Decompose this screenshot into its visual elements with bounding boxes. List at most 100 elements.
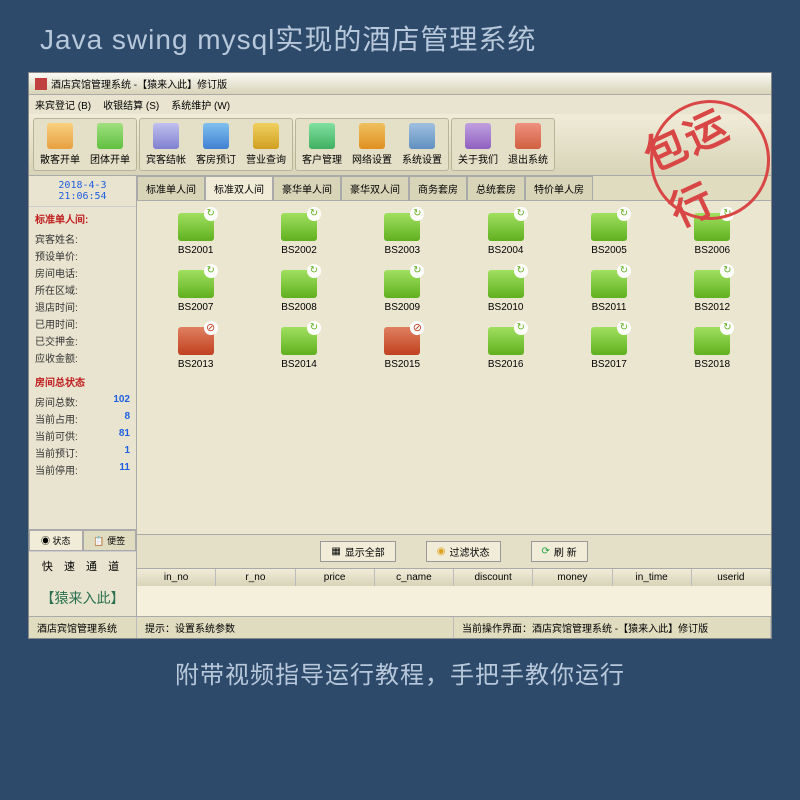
- room-item-BS2003[interactable]: BS2003: [356, 213, 449, 256]
- room-available-icon: [488, 327, 524, 355]
- room-item-BS2008[interactable]: BS2008: [252, 270, 345, 313]
- toolbar-button-label: 团体开单: [90, 151, 130, 166]
- toolbar-button-label: 宾客结帐: [146, 151, 186, 166]
- room-available-icon: [591, 327, 627, 355]
- cust-icon: [309, 123, 335, 149]
- room-available-icon: [281, 213, 317, 241]
- filter-status-button[interactable]: ◉过滤状态: [426, 541, 501, 562]
- room-item-BS2013[interactable]: BS2013: [149, 327, 242, 370]
- room-item-BS2012[interactable]: BS2012: [666, 270, 759, 313]
- room-type-tab-6[interactable]: 特价单人房: [525, 176, 593, 200]
- room-available-icon: [178, 270, 214, 298]
- column-header-in_time[interactable]: in_time: [613, 569, 692, 586]
- room-label: BS2006: [695, 245, 731, 256]
- column-header-r_no[interactable]: r_no: [216, 569, 295, 586]
- toolbar-button-客房预订[interactable]: 客房预订: [192, 121, 240, 168]
- room-occupied-icon: [384, 327, 420, 355]
- room-available-icon: [591, 270, 627, 298]
- show-all-button[interactable]: ▦显示全部: [320, 541, 395, 562]
- refresh-button[interactable]: ⟳刷 新: [531, 541, 588, 562]
- info-field: 宾客姓名:: [35, 230, 130, 247]
- toolbar-button-散客开单[interactable]: 散客开单: [36, 121, 84, 168]
- room-item-BS2002[interactable]: BS2002: [252, 213, 345, 256]
- toolbar-button-团体开单[interactable]: 团体开单: [86, 121, 134, 168]
- info-field: 退店时间:: [35, 298, 130, 315]
- toolbar-group-0: 散客开单团体开单: [33, 118, 137, 171]
- room-available-icon: [694, 327, 730, 355]
- menu-item-1[interactable]: 收银结算 (S): [103, 97, 159, 112]
- info-field: 所在区域:: [35, 281, 130, 298]
- column-header-money[interactable]: money: [533, 569, 612, 586]
- room-item-BS2010[interactable]: BS2010: [459, 270, 552, 313]
- info-field: 已交押金:: [35, 332, 130, 349]
- column-header-c_name[interactable]: c_name: [375, 569, 454, 586]
- window-title: 酒店宾馆管理系统 -【猿来入此】修订版: [51, 76, 227, 91]
- info-field: 预设单价:: [35, 247, 130, 264]
- filter-icon: ◉: [437, 546, 446, 557]
- toolbar-button-系统设置[interactable]: 系统设置: [398, 121, 446, 168]
- table-body[interactable]: [137, 586, 771, 616]
- clock-display: 2018-4-3 21:06:54: [29, 176, 136, 207]
- room-item-BS2015[interactable]: BS2015: [356, 327, 449, 370]
- room-item-BS2016[interactable]: BS2016: [459, 327, 552, 370]
- room-label: BS2016: [488, 359, 524, 370]
- net-icon: [359, 123, 385, 149]
- left-sidebar: 2018-4-3 21:06:54 标准单人间: 宾客姓名:预设单价:房间电话:…: [29, 176, 137, 616]
- toolbar-group-1: 宾客结帐客房预订营业查询: [139, 118, 293, 171]
- toolbar-group-2: 客户管理网络设置系统设置: [295, 118, 449, 171]
- room-type-tab-4[interactable]: 商务套房: [409, 176, 467, 200]
- room-occupied-icon: [178, 327, 214, 355]
- stat-row: 当前预订:1: [35, 444, 130, 461]
- sidebar-tab-0[interactable]: ◉ 状态: [29, 530, 83, 551]
- menu-item-0[interactable]: 来宾登记 (B): [35, 97, 91, 112]
- room-item-BS2005[interactable]: BS2005: [562, 213, 655, 256]
- room-available-icon: [178, 213, 214, 241]
- room-available-icon: [488, 213, 524, 241]
- toolbar-button-label: 客房预订: [196, 151, 236, 166]
- column-header-userid[interactable]: userid: [692, 569, 771, 586]
- toolbar-button-关于我们[interactable]: 关于我们: [454, 121, 502, 168]
- toolbar-button-宾客结帐[interactable]: 宾客结帐: [142, 121, 190, 168]
- room-label: BS2001: [178, 245, 214, 256]
- filter-bar: ▦显示全部 ◉过滤状态 ⟳刷 新: [137, 534, 771, 568]
- toolbar-button-营业查询[interactable]: 营业查询: [242, 121, 290, 168]
- room-stats-title: 房间总状态: [35, 374, 130, 389]
- info-field: 已用时间:: [35, 315, 130, 332]
- info-field: 应收金额:: [35, 349, 130, 366]
- room-type-tab-1[interactable]: 标准双人间: [205, 176, 273, 200]
- room-item-BS2017[interactable]: BS2017: [562, 327, 655, 370]
- column-header-in_no[interactable]: in_no: [137, 569, 216, 586]
- room-label: BS2004: [488, 245, 524, 256]
- toolbar-button-客户管理[interactable]: 客户管理: [298, 121, 346, 168]
- room-label: BS2007: [178, 302, 214, 313]
- room-item-BS2001[interactable]: BS2001: [149, 213, 242, 256]
- sys-icon: [409, 123, 435, 149]
- refresh-icon: ⟳: [542, 546, 550, 557]
- quick-channel-label: 快 速 通 道: [29, 551, 136, 580]
- room-available-icon: [384, 270, 420, 298]
- column-header-price[interactable]: price: [296, 569, 375, 586]
- room-item-BS2011[interactable]: BS2011: [562, 270, 655, 313]
- room-type-tab-3[interactable]: 豪华双人间: [341, 176, 409, 200]
- room-item-BS2014[interactable]: BS2014: [252, 327, 345, 370]
- status-hint: 提示：设置系统参数: [137, 617, 454, 638]
- window-titlebar[interactable]: 酒店宾馆管理系统 -【猿来入此】修订版: [29, 73, 771, 95]
- column-header-discount[interactable]: discount: [454, 569, 533, 586]
- sidebar-tab-1[interactable]: 📋 便签: [83, 530, 137, 551]
- room-label: BS2014: [281, 359, 317, 370]
- room-item-BS2004[interactable]: BS2004: [459, 213, 552, 256]
- room-type-tab-5[interactable]: 总统套房: [467, 176, 525, 200]
- menu-item-2[interactable]: 系统维护 (W): [171, 97, 230, 112]
- room-type-tab-2[interactable]: 豪华单人间: [273, 176, 341, 200]
- toolbar-button-label: 散客开单: [40, 151, 80, 166]
- toolbar-button-退出系统[interactable]: 退出系统: [504, 121, 552, 168]
- room-item-BS2018[interactable]: BS2018: [666, 327, 759, 370]
- query-icon: [253, 123, 279, 149]
- room-type-tab-0[interactable]: 标准单人间: [137, 176, 205, 200]
- room-item-BS2009[interactable]: BS2009: [356, 270, 449, 313]
- room-available-icon: [281, 327, 317, 355]
- room-item-BS2007[interactable]: BS2007: [149, 270, 242, 313]
- room-label: BS2012: [695, 302, 731, 313]
- toolbar-button-网络设置[interactable]: 网络设置: [348, 121, 396, 168]
- room-available-icon: [591, 213, 627, 241]
